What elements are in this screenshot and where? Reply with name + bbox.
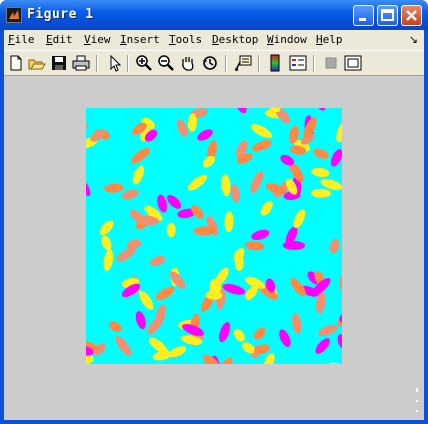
stroke-mark [235, 108, 247, 114]
stroke-mark [115, 336, 132, 356]
stroke-mark [103, 249, 114, 271]
stroke-mark [150, 255, 165, 267]
stroke-mark [251, 229, 270, 240]
stroke-mark [311, 167, 330, 178]
toolbar-separator [127, 55, 129, 72]
save-icon[interactable] [50, 54, 68, 72]
stroke-mark [86, 176, 91, 197]
stroke-mark [329, 238, 340, 254]
stroke-mark [222, 283, 246, 295]
toolbar-separator [313, 55, 315, 72]
stroke-mark [155, 286, 175, 301]
window-title: Figure 1 [27, 7, 94, 22]
stroke-mark [121, 189, 139, 200]
stroke-mark [315, 338, 330, 354]
print-icon[interactable] [72, 54, 90, 72]
zoom-out-icon[interactable] [157, 54, 175, 72]
menu-insert[interactable]: Insert [120, 33, 160, 46]
menu-view[interactable]: View [84, 33, 111, 46]
new-figure-icon[interactable] [7, 54, 25, 72]
stroke-mark [135, 311, 146, 330]
hide-plot-tools-icon[interactable] [322, 54, 340, 72]
edit-plot-arrow-icon[interactable] [105, 54, 123, 72]
show-plot-tools-icon[interactable] [344, 54, 362, 72]
zoom-in-icon[interactable] [135, 54, 153, 72]
maximize-button[interactable] [377, 5, 398, 26]
stroke-mark [219, 357, 233, 364]
stroke-mark [101, 235, 112, 251]
menu-file[interactable]: File [8, 33, 35, 46]
stroke-mark [157, 194, 168, 213]
rotate-3d-icon[interactable] [201, 54, 219, 72]
open-file-icon[interactable] [28, 54, 46, 72]
stroke-mark [176, 119, 188, 137]
close-button[interactable] [401, 5, 422, 26]
resize-grip-icon[interactable] [412, 386, 420, 416]
random-strokes-image [86, 108, 342, 364]
stroke-mark [293, 209, 306, 229]
menu-bar: File Edit View Insert Tools Desktop Wind… [4, 30, 424, 50]
stroke-mark [253, 327, 266, 340]
stroke-mark [318, 324, 339, 336]
menu-window[interactable]: Window [267, 33, 307, 46]
stroke-mark [108, 321, 122, 333]
menu-edit[interactable]: Edit [46, 33, 73, 46]
stroke-mark [167, 195, 182, 209]
stroke-mark [339, 273, 342, 295]
stroke-mark [147, 315, 164, 335]
stroke-mark [330, 149, 342, 167]
stroke-mark [311, 108, 326, 111]
pan-hand-icon[interactable] [179, 54, 197, 72]
stroke-mark [224, 211, 234, 233]
stroke-mark [313, 148, 329, 159]
stroke-mark [221, 174, 231, 197]
stroke-mark [99, 220, 114, 235]
stroke-mark [244, 241, 265, 251]
toolbar-separator [96, 55, 98, 72]
stroke-mark [260, 201, 273, 216]
stroke-mark [310, 188, 331, 198]
stroke-mark [250, 124, 273, 138]
stroke-mark [337, 334, 342, 350]
legend-icon[interactable] [289, 54, 307, 72]
stroke-mark [132, 165, 145, 185]
stroke-mark [325, 362, 342, 364]
toolbar-separator [225, 55, 227, 72]
toolbar-separator [258, 55, 260, 72]
stroke-mark [233, 329, 245, 342]
stroke-mark [250, 170, 264, 194]
stroke-mark [103, 183, 124, 193]
colorbar-icon[interactable] [266, 54, 284, 72]
title-bar[interactable]: Figure 1 [0, 0, 428, 30]
data-cursor-icon[interactable] [234, 54, 252, 72]
figure-toolbar [4, 50, 424, 76]
stroke-mark [131, 147, 150, 164]
stroke-mark [166, 222, 176, 238]
stroke-mark [219, 322, 231, 343]
stroke-mark [230, 184, 241, 203]
figure-client-area: File Edit View Insert Tools Desktop Wind… [4, 30, 424, 420]
stroke-mark [282, 240, 306, 250]
stroke-mark [86, 121, 89, 131]
menu-help[interactable]: Help [316, 33, 343, 46]
stroke-mark [187, 174, 208, 191]
stroke-mark [336, 122, 342, 143]
stroke-mark [138, 290, 154, 310]
stroke-mark [292, 312, 302, 335]
stroke-mark [197, 129, 213, 141]
menu-tools[interactable]: Tools [169, 33, 202, 46]
image-axes[interactable] [86, 108, 342, 364]
figure-window: Figure 1 File Edit View Insert Tools Des… [0, 0, 428, 424]
menu-desktop[interactable]: Desktop [212, 33, 258, 46]
stroke-mark [279, 329, 291, 347]
matlab-logo-icon [6, 7, 22, 23]
dock-arrow-icon[interactable]: ↘ [409, 33, 418, 46]
stroke-mark [251, 140, 272, 152]
minimize-button[interactable] [353, 5, 374, 26]
